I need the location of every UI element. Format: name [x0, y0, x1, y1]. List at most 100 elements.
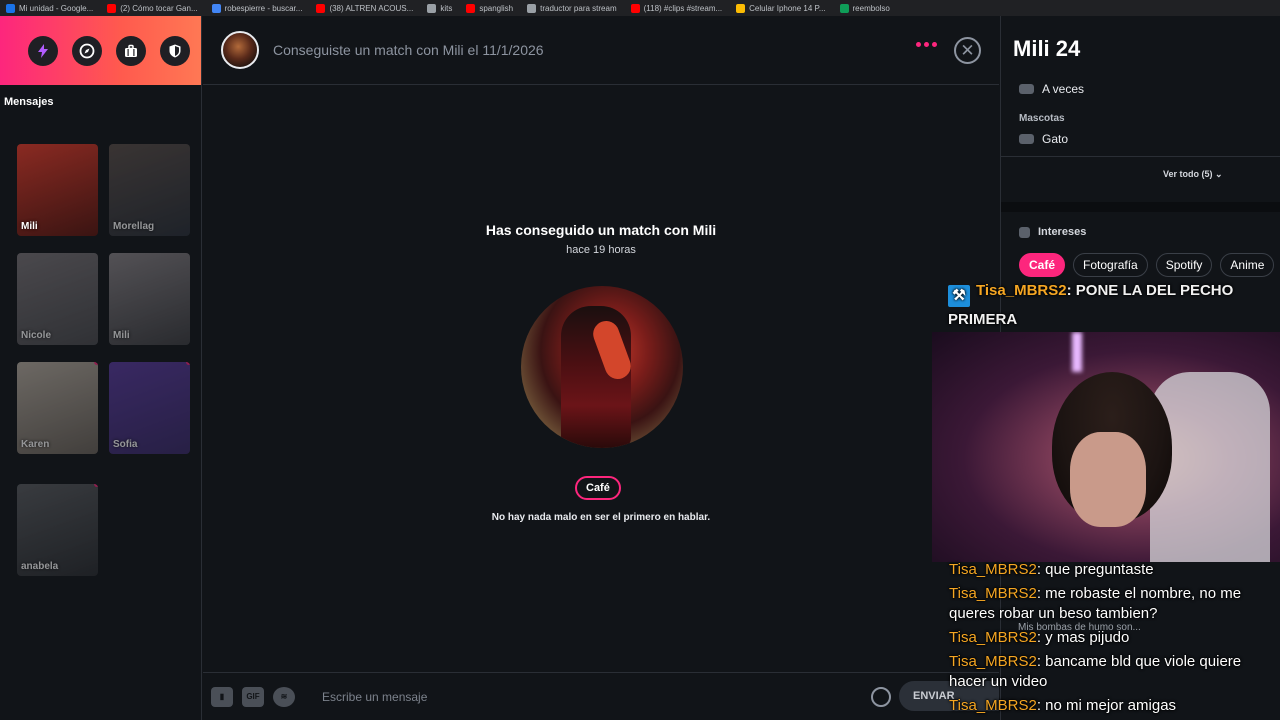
- avatar[interactable]: [221, 31, 259, 69]
- match-tile[interactable]: Sofia: [109, 362, 190, 454]
- interest-chip: Anime: [1220, 253, 1275, 277]
- drinking-row: A veces: [1019, 82, 1084, 96]
- cam-light: [1072, 332, 1082, 372]
- profile-name-age: Mili 24: [1013, 36, 1081, 61]
- match-date-text: Conseguiste un match con Mili el 11/1/20…: [273, 42, 544, 58]
- compass-icon: [79, 43, 95, 58]
- match-photo[interactable]: [521, 286, 683, 448]
- bookmark-favicon-icon: [427, 3, 437, 13]
- bookmark-label: Mi unidad - Google...: [19, 3, 94, 13]
- bookmark-item[interactable]: (2) Cómo tocar Gan...: [107, 3, 198, 13]
- bookmark-item[interactable]: (118) #clips #stream...: [630, 3, 723, 13]
- chat-username: Tisa_MBRS2: [949, 561, 1037, 578]
- message-input[interactable]: Escribe un mensaje: [322, 690, 427, 704]
- spotify-icon[interactable]: ≋: [273, 686, 295, 707]
- bookmark-item[interactable]: traductor para stream: [527, 3, 617, 13]
- match-time: hace 19 horas: [566, 244, 636, 256]
- bookmark-favicon-icon: [211, 3, 221, 13]
- explore-button[interactable]: [72, 35, 102, 66]
- match-tile[interactable]: Morellag: [109, 144, 190, 236]
- match-tile[interactable]: Karen: [17, 362, 98, 454]
- screen: Mi unidad - Google... (2) Cómo tocar Gan.…: [0, 0, 1280, 720]
- interests-icon: [1019, 226, 1030, 238]
- chat-text: no mi mejor amigas: [1045, 697, 1177, 714]
- emoji-icon[interactable]: [871, 687, 891, 707]
- match-title: Has conseguido un match con Mili: [203, 222, 999, 238]
- bookmark-favicon-icon: [466, 3, 476, 13]
- pets-title: Mascotas: [1019, 113, 1065, 124]
- bookmark-item[interactable]: Celular Iphone 14 P...: [736, 3, 826, 13]
- bookmark-item[interactable]: (38) ALTREN ACOUS...: [316, 3, 414, 13]
- match-name: Mili: [692, 222, 717, 238]
- hammer-icon: ⚒: [948, 285, 970, 307]
- bolt-icon: [38, 43, 48, 58]
- interests-title-row: Intereses: [1019, 226, 1086, 238]
- match-tile[interactable]: Mili: [17, 144, 98, 236]
- matches-sidebar: Mensajes Mili Morellag Nicole Mili Karen Sofi…: [0, 16, 202, 720]
- match-announcement: Has conseguido un match con Mili hace 19…: [203, 222, 999, 256]
- message-composer: ▮ GIF ≋ Escribe un mensaje ENVIAR: [203, 672, 999, 720]
- close-button[interactable]: ✕: [954, 37, 981, 64]
- paw-icon: [1019, 134, 1034, 144]
- match-name-label: Morellag: [113, 221, 155, 232]
- match-tile[interactable]: Mili: [109, 253, 190, 345]
- bookmark-item[interactable]: reembolso: [839, 3, 890, 13]
- match-name-label: Mili: [21, 221, 38, 232]
- new-match-dot: [94, 362, 98, 365]
- match-name-label: Karen: [21, 439, 50, 450]
- interest-chip: Spotify: [1155, 253, 1213, 277]
- bookmark-favicon-icon: [527, 3, 537, 13]
- safety-button[interactable]: [160, 35, 190, 66]
- pets-value: Gato: [1042, 132, 1069, 146]
- see-all-button[interactable]: Ver todo (5) ⌄: [1163, 169, 1223, 180]
- cam-person-face: [1070, 432, 1146, 527]
- divider: [1001, 156, 1280, 157]
- bookmark-item[interactable]: kits: [427, 3, 453, 13]
- chat-username: Tisa_MBRS2: [949, 585, 1037, 602]
- webcam-overlay: [932, 332, 1280, 562]
- bookmark-label: traductor para stream: [540, 3, 617, 13]
- briefcase-icon: [125, 44, 137, 57]
- match-tile[interactable]: anabela: [17, 484, 98, 576]
- match-name-label: Mili: [113, 330, 130, 341]
- bookmark-item[interactable]: robespierre - buscar...: [211, 3, 303, 13]
- bookmark-favicon-icon: [107, 3, 117, 13]
- shield-icon: [169, 44, 181, 57]
- chat-username: Tisa_MBRS2: [976, 282, 1067, 299]
- boost-button[interactable]: [28, 35, 58, 66]
- bookmark-label: (38) ALTREN ACOUS...: [329, 3, 414, 13]
- bookmark-favicon-icon: [6, 3, 15, 13]
- stream-chat: Tisa_MBRS2: que preguntaste Tisa_MBRS2: m…: [949, 560, 1279, 720]
- drinking-value: A veces: [1042, 82, 1085, 96]
- new-match-dot: [186, 362, 190, 365]
- bookmark-favicon-icon: [630, 3, 640, 13]
- bookmark-item[interactable]: spanglish: [466, 3, 513, 13]
- match-tile[interactable]: Nicole: [17, 253, 98, 345]
- messages-title[interactable]: Mensajes: [4, 96, 54, 108]
- match-name-label: Sofia: [113, 439, 138, 450]
- bookmark-label: (2) Cómo tocar Gan...: [120, 3, 198, 13]
- conversation-header: Conseguiste un match con Mili el 11/1/20…: [203, 16, 999, 85]
- sticker-icon[interactable]: ▮: [211, 686, 233, 707]
- bookmark-label: kits: [440, 3, 453, 13]
- conversation-panel: Conseguiste un match con Mili el 11/1/20…: [203, 16, 999, 720]
- more-options-icon[interactable]: [916, 42, 937, 47]
- bookmark-item[interactable]: Mi unidad - Google...: [6, 3, 94, 13]
- chat-text: y mas pijudo: [1045, 629, 1130, 646]
- bookmark-favicon-icon: [736, 3, 746, 13]
- new-match-dot: [94, 484, 98, 487]
- interests-title: Intereses: [1038, 226, 1087, 238]
- pets-row: Gato: [1019, 132, 1068, 146]
- chat-line: Tisa_MBRS2: me robaste el nombre, no me …: [949, 585, 1242, 622]
- chat-line: Tisa_MBRS2: bancame bld que viole quiere…: [949, 653, 1242, 690]
- highlighted-chat-message: ⚒ Tisa_MBRS2: PONE LA DEL PECHO PRIMERA: [948, 282, 1234, 328]
- close-icon: ✕: [960, 41, 975, 60]
- bookmark-label: reembolso: [852, 3, 890, 13]
- interest-chip: Fotografía: [1073, 253, 1148, 277]
- sidebar-header: [0, 16, 201, 85]
- bookmark-label: robespierre - buscar...: [224, 3, 303, 13]
- gif-button[interactable]: GIF: [242, 686, 264, 707]
- bookmark-label: Celular Iphone 14 P...: [749, 3, 826, 13]
- work-button[interactable]: [116, 35, 146, 66]
- bookmark-label: (118) #clips #stream...: [643, 3, 723, 13]
